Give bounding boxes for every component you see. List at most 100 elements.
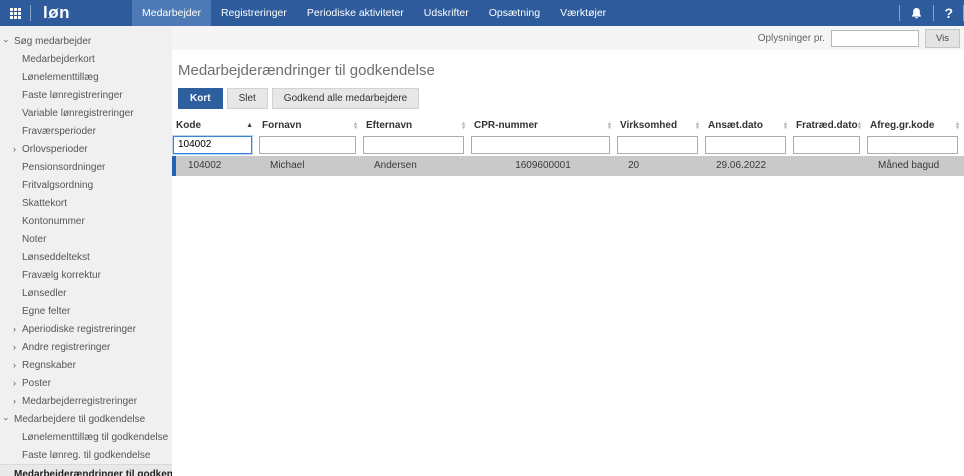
- cell-afreg-gr-kode: Måned bagud: [866, 156, 964, 176]
- topnav-tab-1[interactable]: Registreringer: [211, 0, 297, 26]
- table-row[interactable]: 104002MichaelAndersen16096000012029.06.2…: [172, 156, 964, 176]
- sort-icon[interactable]: ▴▾: [462, 122, 465, 130]
- sidebar-item-14[interactable]: Lønsedler: [0, 284, 172, 302]
- topnav-tabs: MedarbejderRegistreringerPeriodiske akti…: [132, 0, 616, 26]
- sidebar-item-13[interactable]: Fravælg korrektur: [0, 266, 172, 284]
- topnav-tab-5[interactable]: Værktøjer: [550, 0, 616, 26]
- info-date-bar: Oplysninger pr. Vis: [172, 26, 964, 50]
- cell-cpr-nummer: 1609600001: [470, 156, 616, 176]
- cell-fratr-d-dato: [792, 156, 866, 176]
- chevron-right-icon: ›: [13, 360, 22, 370]
- column-filter-cell: [470, 134, 616, 154]
- filter-input-0[interactable]: [173, 136, 252, 154]
- sort-icon[interactable]: ▴▾: [858, 122, 861, 130]
- sort-icon[interactable]: ▴▾: [608, 122, 611, 130]
- sidebar-item-10[interactable]: Kontonummer: [0, 212, 172, 230]
- sidebar-item-0[interactable]: › Søg medarbejder: [0, 32, 172, 50]
- sidebar-item-6[interactable]: › Orlovsperioder: [0, 140, 172, 158]
- column-header-2[interactable]: Efternavn ▴▾: [362, 118, 470, 134]
- chevron-right-icon: ›: [13, 342, 22, 352]
- column-header-6[interactable]: Fratræd.dato ▴▾: [792, 118, 866, 134]
- action-button-slet[interactable]: Slet: [227, 88, 268, 109]
- table-header-row: Kode ▲ Fornavn ▴▾ Efternavn ▴▾ CPR-numme…: [172, 118, 964, 134]
- chevron-right-icon: ›: [13, 396, 22, 406]
- filter-input-3[interactable]: [471, 136, 610, 154]
- notifications-button[interactable]: [900, 0, 933, 26]
- column-filter-cell: [362, 134, 470, 154]
- column-filter-cell: [704, 134, 792, 154]
- apps-grid-icon: [10, 8, 21, 19]
- sidebar-item-5[interactable]: Fraværsperioder: [0, 122, 172, 140]
- column-header-7[interactable]: Afreg.gr.kode ▴▾: [866, 118, 964, 134]
- topbar-right: ?: [899, 0, 964, 26]
- filter-input-6[interactable]: [793, 136, 860, 154]
- vis-button[interactable]: Vis: [925, 29, 960, 48]
- column-header-5[interactable]: Ansæt.dato ▴▾: [704, 118, 792, 134]
- sidebar-item-12[interactable]: Lønseddeltekst: [0, 248, 172, 266]
- main-panel: Oplysninger pr. Vis Medarbejderændringer…: [172, 26, 964, 476]
- sidebar-item-3[interactable]: Faste lønregistreringer: [0, 86, 172, 104]
- sidebar-item-23[interactable]: Faste lønreg. til godkendelse: [0, 446, 172, 464]
- cell-kode: 104002: [176, 156, 258, 176]
- filter-input-4[interactable]: [617, 136, 698, 154]
- bell-icon: [910, 7, 923, 20]
- filter-input-7[interactable]: [867, 136, 958, 154]
- employee-changes-table: Kode ▲ Fornavn ▴▾ Efternavn ▴▾ CPR-numme…: [172, 118, 964, 176]
- sidebar-item-4[interactable]: Variable lønregistreringer: [0, 104, 172, 122]
- filter-input-2[interactable]: [363, 136, 464, 154]
- cell-efternavn: Andersen: [362, 156, 470, 176]
- sidebar-item-22[interactable]: Lønelementtillæg til godkendelse: [0, 428, 172, 446]
- chevron-right-icon: ›: [13, 324, 22, 334]
- sidebar-item-9[interactable]: Skattekort: [0, 194, 172, 212]
- column-header-4[interactable]: Virksomhed ▴▾: [616, 118, 704, 134]
- table-filter-row: [172, 134, 964, 154]
- column-header-1[interactable]: Fornavn ▴▾: [258, 118, 362, 134]
- chevron-right-icon: ›: [13, 378, 22, 388]
- cell-fornavn: Michael: [258, 156, 362, 176]
- sort-icon[interactable]: ▴▾: [784, 122, 787, 130]
- filter-input-5[interactable]: [705, 136, 786, 154]
- sidebar-item-16[interactable]: › Aperiodiske registreringer: [0, 320, 172, 338]
- column-header-0[interactable]: Kode ▲: [172, 118, 258, 134]
- column-header-3[interactable]: CPR-nummer ▴▾: [470, 118, 616, 134]
- sidebar-item-1[interactable]: Medarbejderkort: [0, 50, 172, 68]
- sidebar-item-20[interactable]: › Medarbejderregistreringer: [0, 392, 172, 410]
- sidebar-item-18[interactable]: › Regnskaber: [0, 356, 172, 374]
- info-date-input[interactable]: [831, 30, 919, 47]
- sidebar-item-2[interactable]: Lønelementtillæg: [0, 68, 172, 86]
- sidebar-item-19[interactable]: › Poster: [0, 374, 172, 392]
- action-button-godkend-alle-medarbejdere[interactable]: Godkend alle medarbejdere: [272, 88, 419, 109]
- column-filter-cell: [616, 134, 704, 154]
- sidebar-item-7[interactable]: Pensionsordninger: [0, 158, 172, 176]
- top-bar: løn MedarbejderRegistreringerPeriodiske …: [0, 0, 964, 26]
- column-filter-cell: [172, 134, 258, 154]
- topnav-tab-3[interactable]: Udskrifter: [414, 0, 479, 26]
- sidebar-item-11[interactable]: Noter: [0, 230, 172, 248]
- topnav-tab-2[interactable]: Periodiske aktiviteter: [297, 0, 414, 26]
- page-title: Medarbejderændringer til godkendelse: [178, 62, 964, 79]
- apps-menu-button[interactable]: [0, 0, 30, 26]
- sidebar-item-8[interactable]: Fritvalgsordning: [0, 176, 172, 194]
- cell-ans-t-dato: 29.06.2022: [704, 156, 792, 176]
- sidebar-item-21[interactable]: › Medarbejdere til godkendelse: [0, 410, 172, 428]
- sidebar-item-17[interactable]: › Andre registreringer: [0, 338, 172, 356]
- app-logo: løn: [31, 0, 82, 26]
- topnav-tab-4[interactable]: Opsætning: [479, 0, 550, 26]
- chevron-down-icon: ›: [5, 414, 14, 424]
- sidebar-item-24[interactable]: Medarbejderændringer til godkendelse: [0, 464, 172, 476]
- column-filter-cell: [866, 134, 964, 154]
- sort-asc-icon[interactable]: ▲: [246, 122, 253, 129]
- column-filter-cell: [258, 134, 362, 154]
- chevron-right-icon: ›: [13, 144, 22, 154]
- help-button[interactable]: ?: [934, 0, 963, 26]
- action-button-kort[interactable]: Kort: [178, 88, 223, 109]
- table-body: 104002MichaelAndersen16096000012029.06.2…: [172, 156, 964, 176]
- sort-icon[interactable]: ▴▾: [696, 122, 699, 130]
- filter-input-1[interactable]: [259, 136, 356, 154]
- sidebar: › Søg medarbejder Medarbejderkort Lønele…: [0, 26, 172, 476]
- topnav-tab-0[interactable]: Medarbejder: [132, 0, 211, 26]
- help-icon: ?: [944, 5, 953, 21]
- sidebar-item-15[interactable]: Egne felter: [0, 302, 172, 320]
- sort-icon[interactable]: ▴▾: [354, 122, 357, 130]
- sort-icon[interactable]: ▴▾: [956, 122, 959, 130]
